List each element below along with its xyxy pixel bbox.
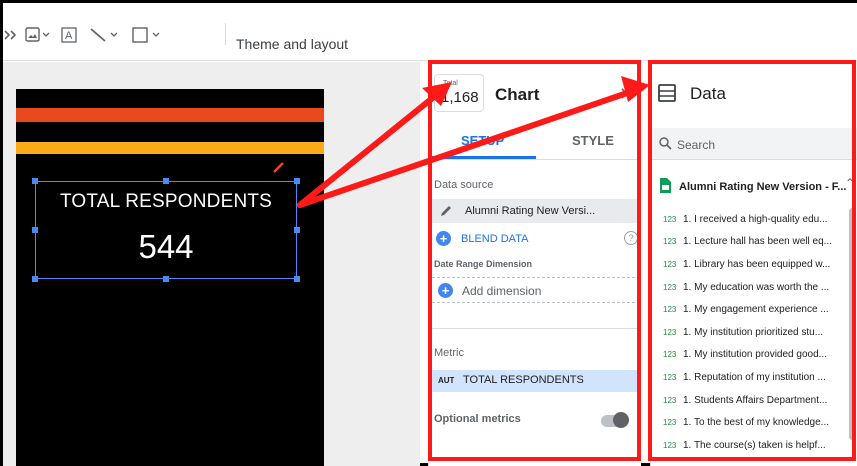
arrow-to-data-panel — [297, 87, 639, 208]
annotation-arrows — [297, 76, 650, 208]
arrow-to-chart-panel — [297, 89, 443, 208]
arrowhead-data — [621, 76, 650, 102]
